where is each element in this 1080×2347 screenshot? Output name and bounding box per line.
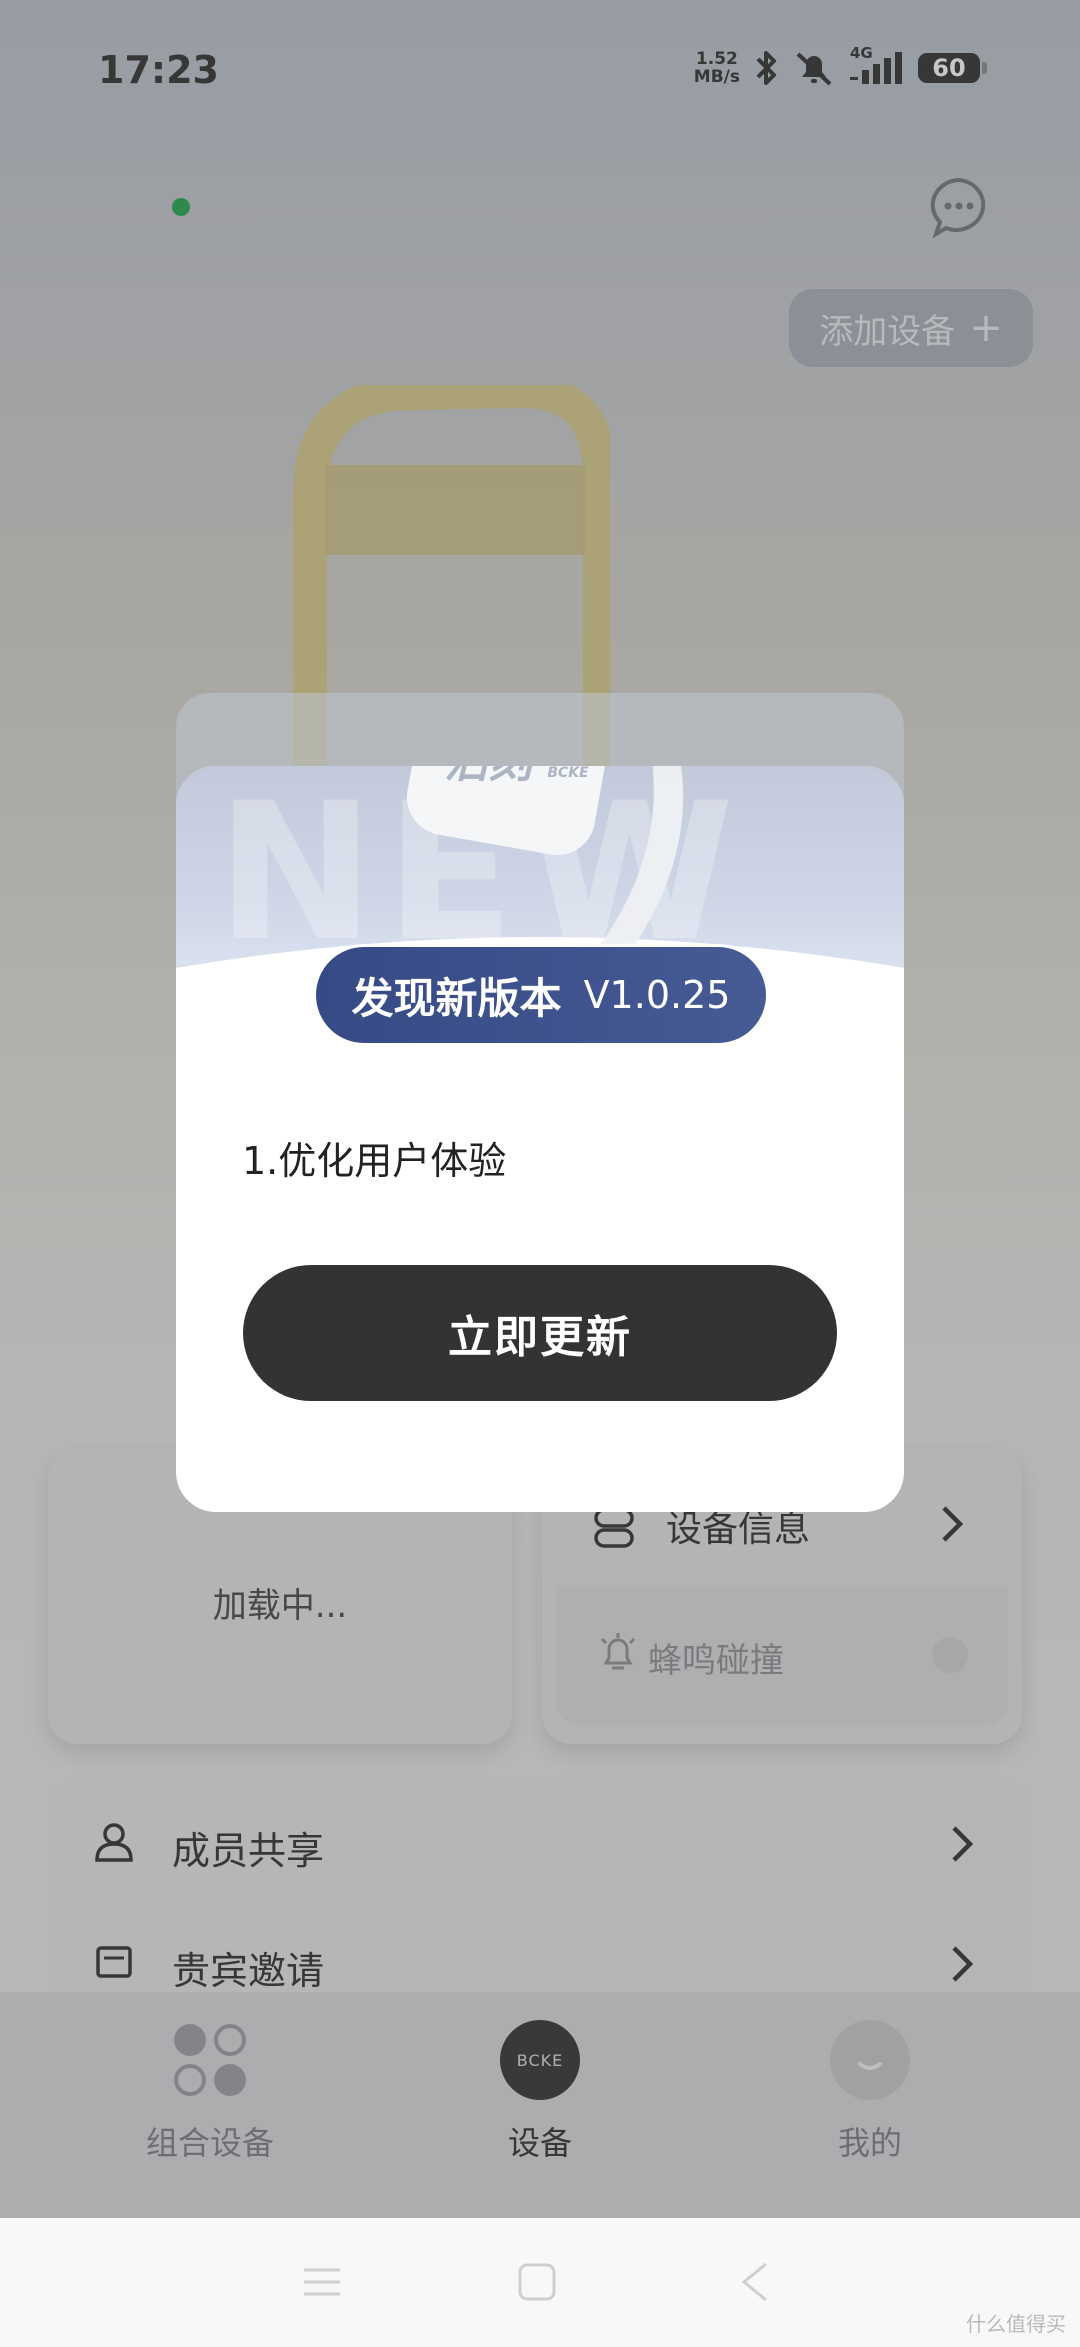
changelog-text: 1.优化用户体验 [242, 1139, 507, 1183]
update-now-button[interactable]: 立即更新 [243, 1265, 837, 1401]
logo-text: 泊刻 BCKE [444, 766, 589, 788]
update-dialog: NEW 泊刻 BCKE 发现新版本 V1.0.25 1.优化用户体验 立即更新 [176, 766, 904, 1512]
system-nav-bar: 什么值得买 [0, 2218, 1080, 2347]
home-nav-icon[interactable] [517, 2262, 557, 2302]
back-nav-icon[interactable] [738, 2262, 770, 2302]
dialog-title: 发现新版本 [351, 973, 562, 1023]
version-number: V1.0.25 [583, 973, 731, 1017]
watermark: 什么值得买 [966, 2312, 1066, 2336]
version-badge: 发现新版本 V1.0.25 [313, 944, 769, 1046]
menu-nav-icon[interactable] [302, 2262, 342, 2302]
